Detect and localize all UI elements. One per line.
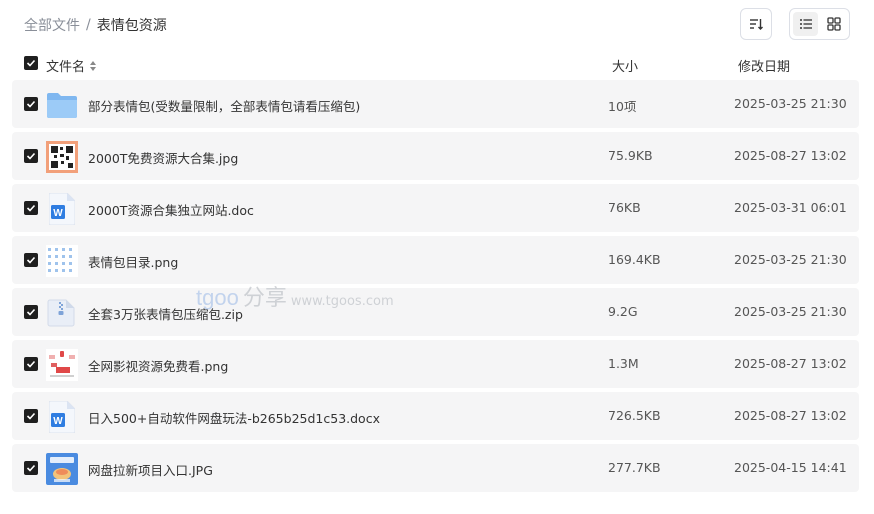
list-view-icon	[799, 19, 812, 29]
svg-text:W: W	[53, 416, 63, 427]
file-size: 726.5KB	[608, 408, 661, 423]
word-doc-icon: W	[45, 400, 79, 434]
file-date: 2025-03-31 06:01	[734, 200, 847, 215]
check-icon	[26, 204, 36, 212]
file-name[interactable]: 全套3万张表情包压缩包.zip	[88, 304, 243, 323]
select-all-checkbox[interactable]	[24, 56, 38, 70]
row-checkbox[interactable]	[24, 409, 38, 423]
name-column-label: 文件名	[46, 60, 86, 75]
row-checkbox[interactable]	[24, 357, 38, 371]
row-checkbox[interactable]	[24, 253, 38, 267]
list-view-button[interactable]	[793, 12, 818, 36]
check-icon	[26, 360, 36, 368]
file-name[interactable]: 2000T资源合集独立网站.doc	[88, 200, 254, 219]
file-date: 2025-03-25 21:30	[734, 304, 847, 319]
row-checkbox[interactable]	[24, 201, 38, 215]
file-row[interactable]: 全套3万张表情包压缩包.zip 9.2G 2025-03-25 21:30	[12, 288, 859, 336]
file-row[interactable]: 网盘拉新项目入口.JPG 277.7KB 2025-04-15 14:41	[12, 444, 859, 492]
file-list: 部分表情包(受数量限制，全部表情包请看压缩包) 10项 2025-03-25 2…	[12, 80, 859, 496]
file-date: 2025-08-27 13:02	[734, 356, 847, 371]
zip-icon	[45, 296, 79, 330]
file-size: 9.2G	[608, 304, 638, 319]
breadcrumb-current: 表情包资源	[96, 18, 167, 34]
check-icon	[26, 59, 36, 67]
file-row[interactable]: W 2000T资源合集独立网站.doc 76KB 2025-03-31 06:0…	[12, 184, 859, 232]
file-row[interactable]: 全网影视资源免费看.png 1.3M 2025-08-27 13:02	[12, 340, 859, 388]
file-name[interactable]: 网盘拉新项目入口.JPG	[88, 460, 213, 479]
sort-arrows-icon	[90, 60, 97, 71]
file-name[interactable]: 部分表情包(受数量限制，全部表情包请看压缩包)	[88, 96, 360, 115]
sort-icon	[750, 19, 763, 30]
file-date: 2025-08-27 13:02	[734, 408, 847, 423]
folder-icon	[45, 88, 79, 122]
check-icon	[26, 100, 36, 108]
check-icon	[26, 256, 36, 264]
check-icon	[26, 308, 36, 316]
file-row[interactable]: 2000T免费资源大合集.jpg 75.9KB 2025-08-27 13:02	[12, 132, 859, 180]
file-size: 76KB	[608, 200, 641, 215]
file-date: 2025-03-25 21:30	[734, 96, 847, 111]
row-checkbox[interactable]	[24, 97, 38, 111]
date-column-header[interactable]: 修改日期	[738, 56, 790, 75]
size-column-header[interactable]: 大小	[612, 56, 638, 75]
breadcrumb: 全部文件 / 表情包资源	[24, 15, 167, 35]
column-header: 文件名 大小 修改日期	[0, 48, 874, 80]
file-name[interactable]: 表情包目录.png	[88, 252, 178, 271]
top-bar: 全部文件 / 表情包资源	[0, 0, 874, 48]
sort-button[interactable]	[740, 8, 772, 40]
photo-image-icon	[45, 452, 79, 486]
file-row[interactable]: W 日入500+自动软件网盘玩法-b265b25d1c53.docx 726.5…	[12, 392, 859, 440]
file-date: 2025-04-15 14:41	[734, 460, 847, 475]
name-column-header[interactable]: 文件名	[46, 56, 97, 75]
file-name[interactable]: 日入500+自动软件网盘玩法-b265b25d1c53.docx	[88, 408, 380, 427]
breadcrumb-separator: /	[86, 17, 91, 33]
row-checkbox[interactable]	[24, 305, 38, 319]
file-name[interactable]: 全网影视资源免费看.png	[88, 356, 228, 375]
svg-text:W: W	[53, 208, 63, 219]
grid-image-icon	[45, 244, 79, 278]
file-name[interactable]: 2000T免费资源大合集.jpg	[88, 148, 238, 167]
grid-view-button[interactable]	[821, 12, 846, 36]
file-size: 75.9KB	[608, 148, 653, 163]
check-icon	[26, 464, 36, 472]
file-size: 169.4KB	[608, 252, 661, 267]
word-doc-icon: W	[45, 192, 79, 226]
file-date: 2025-03-25 21:30	[734, 252, 847, 267]
grid-view-icon	[826, 17, 841, 31]
file-row[interactable]: 表情包目录.png 169.4KB 2025-03-25 21:30	[12, 236, 859, 284]
poster-image-icon	[45, 348, 79, 382]
file-size: 10项	[608, 99, 637, 114]
file-size: 277.7KB	[608, 460, 661, 475]
view-toggle-group	[789, 8, 850, 40]
qr-image-icon	[45, 140, 79, 174]
row-checkbox[interactable]	[24, 461, 38, 475]
file-size: 1.3M	[608, 356, 639, 371]
row-checkbox[interactable]	[24, 149, 38, 163]
file-date: 2025-08-27 13:02	[734, 148, 847, 163]
file-row[interactable]: 部分表情包(受数量限制，全部表情包请看压缩包) 10项 2025-03-25 2…	[12, 80, 859, 128]
check-icon	[26, 152, 36, 160]
check-icon	[26, 412, 36, 420]
breadcrumb-root[interactable]: 全部文件	[24, 15, 80, 35]
